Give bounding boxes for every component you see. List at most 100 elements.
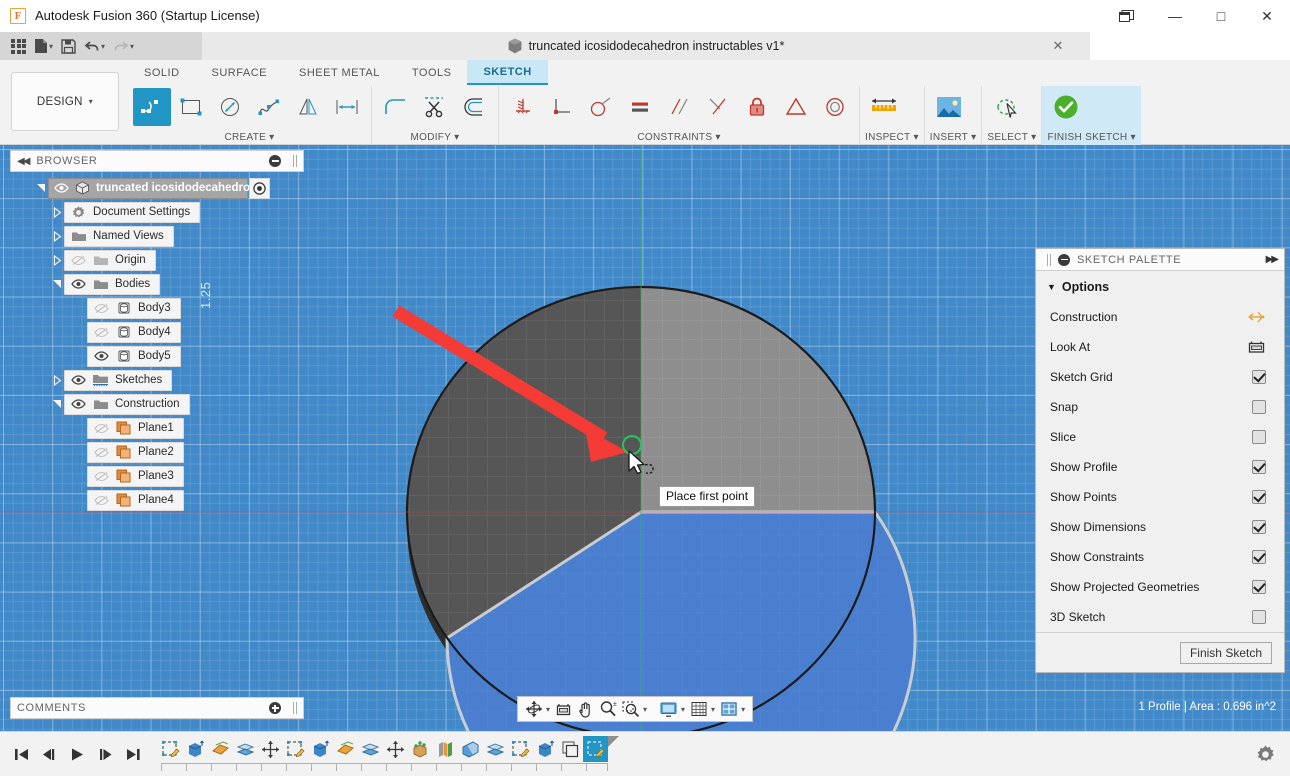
timeline-settings-gear-icon[interactable] <box>1255 744 1276 765</box>
circle-tool[interactable] <box>211 88 249 126</box>
checkbox-snap[interactable] <box>1252 400 1266 414</box>
checkbox-show-points[interactable] <box>1252 490 1266 504</box>
look-at-camera-icon[interactable] <box>1247 339 1266 355</box>
tree-item-origin[interactable]: Origin <box>10 248 304 272</box>
checkbox-slice[interactable] <box>1252 430 1266 444</box>
tree-item-document-settings[interactable]: Document Settings <box>10 200 304 224</box>
display-settings-icon[interactable]: ▾ <box>657 698 687 720</box>
panel-grip[interactable] <box>293 702 297 714</box>
fix-unfix-constraint[interactable] <box>738 88 776 126</box>
expand-right-icon[interactable]: ▶▶ <box>1266 254 1279 265</box>
tab-surface[interactable]: SURFACE <box>196 60 283 85</box>
visibility-eye-icon[interactable] <box>70 374 86 386</box>
concentric-constraint[interactable] <box>816 88 854 126</box>
comments-panel-header[interactable]: COMMENTS <box>10 697 304 719</box>
zoom-icon[interactable]: ± <box>597 698 619 720</box>
timeline-item-active-sketch[interactable] <box>583 736 608 762</box>
finish-sketch-button[interactable]: Finish Sketch <box>1179 641 1272 664</box>
trim-tool[interactable] <box>416 88 454 126</box>
ribbon-group-label-select[interactable]: SELECT ▾ <box>987 130 1036 145</box>
pan-hand-icon[interactable] <box>575 698 596 720</box>
tree-pill-document-settings[interactable]: Document Settings <box>64 201 201 223</box>
tree-pill-body5[interactable]: Body5 <box>87 345 181 367</box>
palette-row-construction[interactable]: Construction <box>1036 302 1284 332</box>
tree-item-bodies[interactable]: Bodies <box>10 272 304 296</box>
ribbon-group-label-finish-sketch[interactable]: FINISH SKETCH ▾ <box>1047 130 1135 145</box>
visibility-hidden-icon[interactable] <box>70 254 86 266</box>
checkbox-show-profile[interactable] <box>1252 460 1266 474</box>
palette-section-options[interactable]: ▼ Options <box>1036 271 1284 302</box>
palette-row-look-at[interactable]: Look At <box>1036 332 1284 362</box>
select-tool[interactable] <box>987 88 1025 126</box>
ribbon-group-label-insert[interactable]: INSERT ▾ <box>930 130 977 145</box>
tree-pill-sketches[interactable]: Sketches <box>64 369 173 391</box>
checkbox-show-constraints[interactable] <box>1252 550 1266 564</box>
tab-solid[interactable]: SOLID <box>128 60 196 85</box>
focus-component-icon[interactable] <box>249 177 270 199</box>
document-tab[interactable]: truncated icosidodecahedron instructable… <box>202 32 1090 60</box>
rectangle-tool[interactable] <box>172 88 210 126</box>
tree-pill-body4[interactable]: Body4 <box>87 321 181 343</box>
measure-tool[interactable] <box>865 88 903 126</box>
add-comment-icon[interactable] <box>269 702 281 714</box>
timeline-item-offset-plane[interactable] <box>358 736 383 762</box>
app-grid-icon[interactable] <box>8 34 29 58</box>
workspace-switcher[interactable]: DESIGN ▾ <box>11 72 119 131</box>
spline-tool[interactable] <box>250 88 288 126</box>
mirror-tool[interactable] <box>289 88 327 126</box>
ribbon-group-label-create[interactable]: CREATE ▾ <box>133 130 366 145</box>
new-file-icon[interactable]: ▾ <box>31 34 56 58</box>
timeline-item-sketch[interactable] <box>158 736 183 762</box>
grid-snaps-icon[interactable]: ▾ <box>688 698 717 720</box>
twisty-closed-icon[interactable] <box>50 205 64 219</box>
visibility-hidden-icon[interactable] <box>93 326 109 338</box>
visibility-hidden-icon[interactable] <box>93 422 109 434</box>
timeline-item-move[interactable] <box>258 736 283 762</box>
parallel-constraint[interactable] <box>660 88 698 126</box>
tree-item-plane3[interactable]: Plane3 <box>10 464 304 488</box>
tree-pill-bodies[interactable]: Bodies <box>64 273 161 295</box>
checkbox-3d-sketch[interactable] <box>1252 610 1266 624</box>
construction-geometry-icon[interactable] <box>1246 309 1266 325</box>
tree-item-sketches[interactable]: Sketches <box>10 368 304 392</box>
insert-image-tool[interactable] <box>930 88 968 126</box>
tree-pill-body3[interactable]: Body3 <box>87 297 181 319</box>
tangent-constraint[interactable] <box>582 88 620 126</box>
tree-item-construction[interactable]: Construction <box>10 392 304 416</box>
timeline-item-thicken[interactable] <box>458 736 483 762</box>
tab-tools[interactable]: TOOLS <box>396 60 468 85</box>
minimize-button[interactable]: — <box>1152 0 1198 32</box>
timeline-item-offset-plane[interactable] <box>233 736 258 762</box>
ribbon-group-label-constraints[interactable]: CONSTRAINTS ▾ <box>504 130 854 145</box>
timeline-feature-track[interactable] <box>158 736 619 772</box>
tree-item-root-component[interactable]: truncated icosidodecahedro... <box>10 176 304 200</box>
twisty-open-icon[interactable] <box>50 397 64 411</box>
panel-grip[interactable] <box>293 155 297 167</box>
minimize-panel-icon[interactable] <box>269 155 281 167</box>
tree-pill-plane1[interactable]: Plane1 <box>87 417 184 439</box>
tree-pill-construction[interactable]: Construction <box>64 393 190 415</box>
orbit-icon[interactable]: ▾ <box>523 698 552 720</box>
twisty-closed-icon[interactable] <box>50 229 64 243</box>
tree-pill-root[interactable]: truncated icosidodecahedro... <box>48 177 260 199</box>
look-at-icon[interactable] <box>553 698 574 720</box>
fit-zoom-window-icon[interactable]: ▾ <box>620 698 649 720</box>
step-forward-button[interactable] <box>94 741 116 767</box>
palette-row-sketch-grid[interactable]: Sketch Grid <box>1036 362 1284 392</box>
close-button[interactable]: ✕ <box>1244 0 1290 32</box>
visibility-hidden-icon[interactable] <box>93 494 109 506</box>
panel-grip[interactable] <box>1047 253 1051 266</box>
fillet-tool[interactable] <box>377 88 415 126</box>
timeline-item-plane[interactable] <box>333 736 358 762</box>
tree-item-body3[interactable]: Body3 <box>10 296 304 320</box>
collapse-left-icon[interactable]: ◀◀ <box>17 156 30 167</box>
equal-constraint[interactable] <box>621 88 659 126</box>
checkbox-sketch-grid[interactable] <box>1252 370 1266 384</box>
tree-pill-named-views[interactable]: Named Views <box>64 225 174 247</box>
go-to-end-button[interactable] <box>122 741 144 767</box>
timeline-item-split-body[interactable] <box>433 736 458 762</box>
viewports-icon[interactable]: ▾ <box>718 698 747 720</box>
tree-item-plane4[interactable]: Plane4 <box>10 488 304 512</box>
twisty-closed-icon[interactable] <box>50 253 64 267</box>
tree-item-body5[interactable]: Body5 <box>10 344 304 368</box>
